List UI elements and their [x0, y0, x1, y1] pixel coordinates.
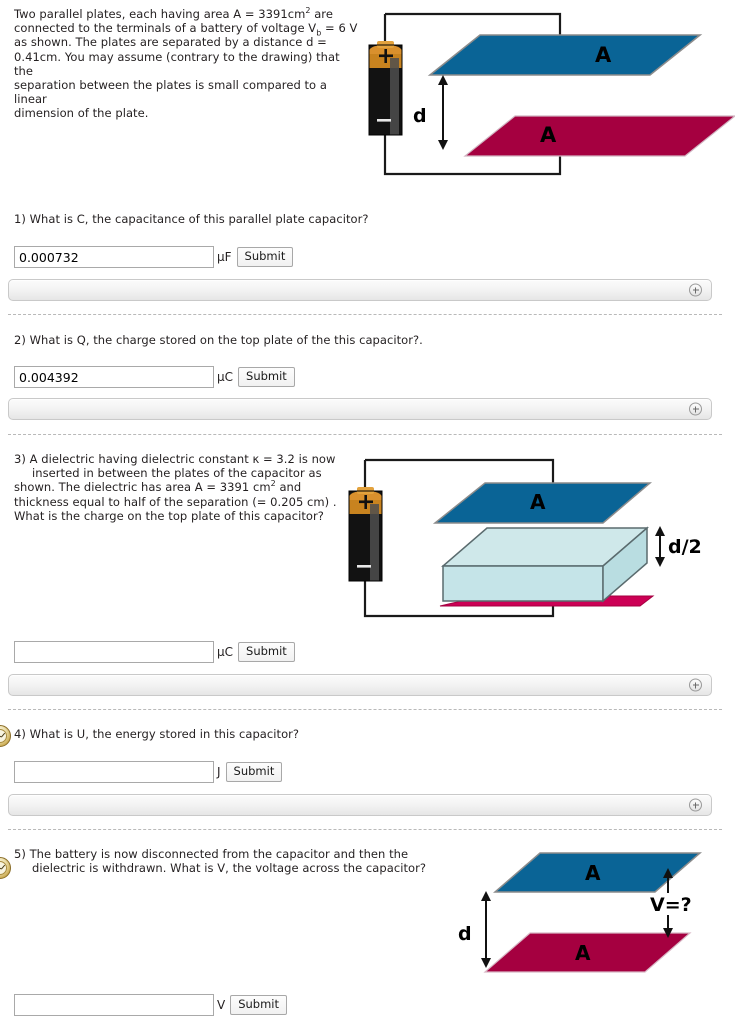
question-4-status-bar — [8, 794, 712, 816]
question-3-unit: µC — [217, 645, 234, 659]
question-5-line-1: 5) The battery is now disconnected from … — [14, 847, 409, 861]
intro-line-2b: = 6 V — [321, 21, 358, 36]
question-1-expand-icon[interactable] — [689, 283, 702, 297]
diagram3-top-plate-label: A — [585, 861, 601, 885]
diagram3-gap-label: d — [458, 923, 472, 945]
diagram2-thickness-label: d/2 — [668, 536, 702, 558]
intro-line-3: as shown. The plates are separated by a … — [14, 35, 327, 50]
question-1-input[interactable] — [14, 246, 214, 268]
question-3-input[interactable] — [14, 641, 214, 663]
divider-1 — [8, 314, 722, 315]
question-2-input[interactable] — [14, 366, 214, 388]
diagram2-top-plate-label: A — [530, 490, 546, 514]
diagram-dielectric-inserted: A d/2 — [335, 448, 735, 628]
question-3-line-2: inserted in between the plates of the ca… — [32, 466, 322, 481]
diagram3-voltage-label: V=? — [650, 894, 692, 916]
question-4-unit: J — [217, 765, 221, 779]
question-3-status-bar — [8, 674, 712, 696]
diagram1-bottom-plate-label: A — [540, 123, 557, 147]
question-3-line-3a: shown. The dielectric has area A = 3391 … — [14, 480, 271, 495]
question-2-status-bar — [8, 398, 712, 420]
diagram1-gap-label: d — [413, 105, 427, 127]
question-1-text: 1) What is C, the capacitance of this pa… — [14, 212, 369, 226]
clock-icon-question-4 — [0, 725, 11, 747]
question-5-text: 5) The battery is now disconnected from … — [14, 847, 434, 875]
question-4-expand-icon[interactable] — [689, 798, 702, 812]
question-3-answer-row: µC Submit — [14, 641, 295, 663]
question-4-submit-button[interactable]: Submit — [225, 762, 283, 782]
battery-icon-2 — [348, 487, 383, 582]
question-3-text: 3) A dielectric having dielectric consta… — [14, 452, 344, 523]
question-3-line-3b: and — [275, 480, 302, 495]
intro-line-1a: Two parallel plates, each having area A … — [14, 7, 306, 21]
question-1-answer-row: µF Submit — [14, 246, 294, 268]
question-1-submit-button[interactable]: Submit — [236, 247, 294, 267]
intro-line-2a: connected to the terminals of a battery … — [14, 21, 317, 36]
diagram3-bottom-plate-label: A — [575, 941, 591, 965]
battery-icon — [368, 41, 403, 136]
question-1-unit: µF — [217, 250, 232, 264]
question-2-expand-icon[interactable] — [689, 402, 702, 416]
question-4-answer-row: J Submit — [14, 761, 283, 783]
intro-line-6: dimension of the plate. — [14, 106, 149, 121]
question-2-unit: µC — [217, 370, 234, 384]
question-4-input[interactable] — [14, 761, 214, 783]
question-2-text: 2) What is Q, the charge stored on the t… — [14, 333, 423, 347]
question-3-line-4: thickness equal to half of the separatio… — [14, 494, 337, 509]
intro-line-5: separation between the plates is small c… — [14, 78, 327, 107]
divider-3 — [8, 709, 722, 710]
diagram-parallel-plate-capacitor: A A d — [355, 2, 735, 187]
divider-2 — [8, 434, 722, 435]
question-3-line-5: What is the charge on the top plate of t… — [14, 508, 324, 523]
question-5-line-2: dielectric is withdrawn. What is V, the … — [32, 861, 427, 876]
clock-icon-question-5 — [0, 857, 11, 879]
diagram1-top-plate-label: A — [595, 43, 612, 67]
diagram-capacitor-voltage-unknown: A A d V=? — [425, 845, 735, 990]
question-3-submit-button[interactable]: Submit — [238, 642, 295, 662]
question-5-input[interactable] — [14, 994, 214, 1016]
question-3-line-1: 3) A dielectric having dielectric consta… — [14, 452, 336, 466]
physics-homework-page: Two parallel plates, each having area A … — [0, 0, 735, 1024]
question-2-submit-button[interactable]: Submit — [238, 367, 295, 387]
intro-line-4: 0.41cm. You may assume (contrary to the … — [14, 49, 340, 78]
question-3-expand-icon[interactable] — [689, 678, 702, 692]
intro-problem-statement: Two parallel plates, each having area A … — [14, 7, 359, 121]
question-4-text: 4) What is U, the energy stored in this … — [14, 727, 300, 741]
question-2-answer-row: µC Submit — [14, 366, 295, 388]
question-5-submit-button[interactable]: Submit — [230, 995, 288, 1015]
question-1-status-bar — [8, 279, 712, 301]
divider-4 — [8, 829, 722, 830]
question-5-unit: V — [217, 998, 226, 1012]
intro-line-1b: are — [310, 7, 333, 21]
question-5-answer-row: V Submit — [14, 994, 288, 1016]
